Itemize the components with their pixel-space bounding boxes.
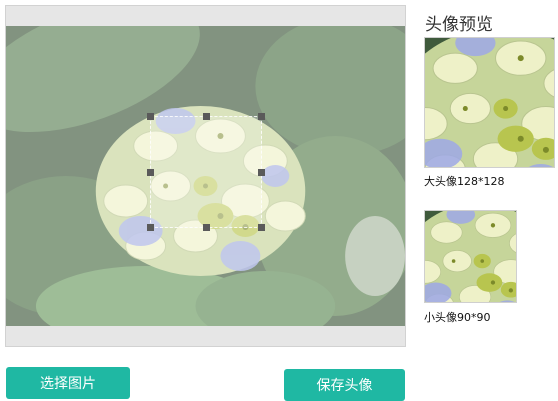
crop-handle-left[interactable] [147, 169, 154, 176]
crop-handle-top-right[interactable] [258, 113, 265, 120]
crop-selection-box[interactable] [147, 113, 265, 231]
crop-handle-right[interactable] [258, 169, 265, 176]
save-avatar-button[interactable]: 保存头像 [284, 369, 405, 401]
preview-small-label: 小头像90*90 [424, 311, 491, 324]
crop-handle-bottom[interactable] [203, 224, 210, 231]
select-image-button[interactable]: 选择图片 [6, 367, 130, 399]
preview-title: 头像预览 [425, 15, 493, 35]
preview-large-label: 大头像128*128 [424, 175, 505, 188]
crop-handle-top-left[interactable] [147, 113, 154, 120]
crop-area[interactable] [5, 5, 406, 347]
crop-handle-bottom-right[interactable] [258, 224, 265, 231]
preview-small-image [424, 210, 517, 303]
crop-handle-top[interactable] [203, 113, 210, 120]
crop-handle-bottom-left[interactable] [147, 224, 154, 231]
preview-large-image [424, 37, 555, 168]
